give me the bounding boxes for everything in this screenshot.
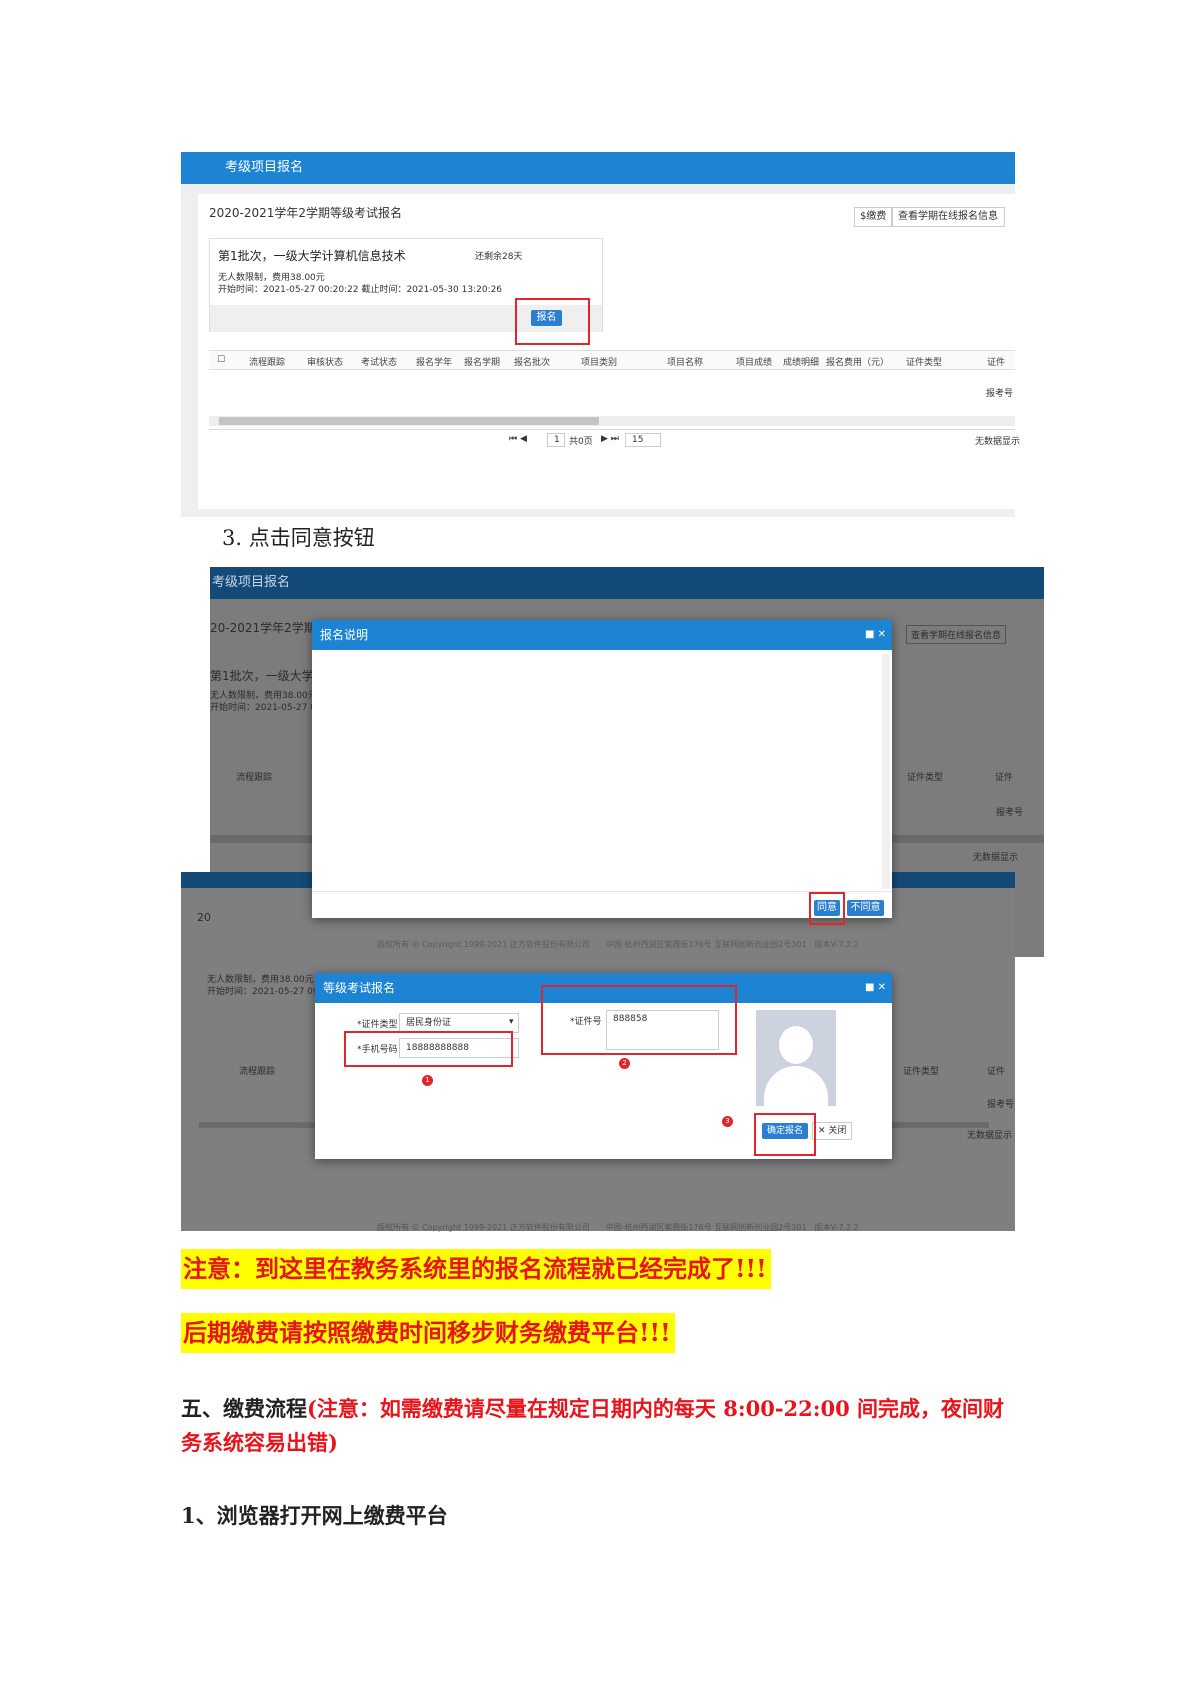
highlight-box [541,985,737,1055]
dimmed-time: 开始时间：2021-05-27 09 [210,703,322,713]
dimmed-info-button: 查看学期在线报名信息 [906,625,1007,644]
col-header: 报名学期 [464,358,501,368]
col-header: 报名批次 [514,358,551,368]
panel-title: 2020-2021学年2学期等级考试报名 [209,206,403,220]
section-title: 五、缴费流程 [181,1396,307,1421]
signup-panel: 2020-2021学年2学期等级考试报名 $缴费 查看学期在线报名信息 第1批次… [198,194,1020,509]
row-tail-label: 报考号 [986,389,1014,399]
next-page-icon[interactable]: ▶ ⏭ [601,434,619,444]
dimmed-footer: 版权所有 © Copyright 1999-2021 正方软件股份有限公司 中国… [377,1223,859,1232]
page-total: 共0页 [569,437,593,447]
highlight-box [809,892,845,925]
col-header: 报名费用（元） [826,358,890,368]
dimmed-col: 证件类型 [907,773,944,783]
disagree-button[interactable]: 不同意 [847,900,884,916]
cert-type-label: *证件类型 [357,1020,398,1030]
empty-message: 无数据显示 [975,437,1021,447]
close-button[interactable]: ✕ 关闭 [812,1122,853,1140]
col-header: 流程跟踪 [249,358,286,368]
page-header: 考级项目报名 [181,152,1015,184]
dialog-controls-icon[interactable]: ■ ✕ [865,973,886,1003]
section-heading: 五、缴费流程(注意：如需缴费请尽量在规定日期内的每天 8:00-22:00 间完… [181,1392,1021,1460]
notice-payment: 后期缴费请按照缴费时间移步财务缴费平台!!! [181,1313,675,1353]
dimmed-time-b: 开始时间：2021-05-27 09 [207,987,319,997]
avatar-body [764,1066,828,1106]
dimmed-row-tail-b: 报考号 [987,1100,1015,1110]
grid-header: ☐ 流程跟踪 审核状态 考试状态 报名学年 报名学期 报名批次 项目类别 项目名… [209,350,1015,370]
avatar-head [779,1026,813,1064]
dialog-controls-icon[interactable]: ■ ✕ [865,620,886,650]
highlight-box [754,1113,816,1156]
exam-card-title: 第1批次，一级大学计算机信息技术 [218,249,406,263]
col-header: 报名学年 [416,358,453,368]
dimmed-year: 20 [197,911,211,924]
agree-screenshot: 考级项目报名 20-2021学年2学期等 第1批次，一级大学计 无人数限制，费用… [181,567,1044,1232]
col-header: 考试状态 [361,358,398,368]
close-icon: ✕ [818,1126,826,1136]
remaining-days: 还剩余28天 [475,252,523,262]
exam-time: 开始时间：2021-05-27 00:20:22 截止时间：2021-05-30… [218,285,503,295]
horizontal-scrollbar[interactable] [209,416,1015,426]
select-all-checkbox[interactable]: ☐ [217,355,225,365]
dimmed-col: 证件 [995,773,1014,783]
col-header: 证件类型 [906,358,943,368]
cert-type-select[interactable]: 居民身份证 [399,1013,519,1033]
signup-screenshot: 考级项目报名 2020-2021学年2学期等级考试报名 $缴费 查看学期在线报名… [181,152,1020,517]
dimmed-empty: 无数据显示 [973,853,1019,863]
col-header: 证件 [987,358,1006,368]
chevron-down-icon[interactable]: ▾ [509,1017,514,1027]
dimmed-empty-b: 无数据显示 [967,1131,1013,1141]
col-header: 审核状态 [307,358,344,368]
view-signup-info-button[interactable]: 查看学期在线报名信息 [892,207,1005,227]
dimmed-col: 流程跟踪 [236,773,273,783]
dimmed-col-b: 流程跟踪 [239,1067,276,1077]
col-header: 成绩明细 [783,358,820,368]
page-input[interactable]: 1 [547,433,565,447]
page-size-select[interactable]: 15 [625,433,661,447]
highlight-box [344,1031,513,1067]
scroll-thumb[interactable] [219,417,599,425]
dimmed-footer-top: 版权所有 © Copyright 1999-2021 正方软件股份有限公司 中国… [377,940,859,949]
first-page-icon[interactable]: ⏮ ◀ [509,434,527,444]
dimmed-panel-title: 20-2021学年2学期等 [210,621,328,635]
signup-notice-dialog: 报名说明 ■ ✕ 同意 不同意 [312,620,892,925]
avatar-placeholder-icon [756,1010,836,1106]
dimmed-card-title: 第1批次，一级大学计 [210,669,326,683]
notice-done: 注意：到这里在教务系统里的报名流程就已经完成了!!! [181,1249,771,1289]
dimmed-col-b: 证件类型 [903,1067,940,1077]
col-header: 项目类别 [581,358,618,368]
dialog-divider [312,891,892,892]
step-caption: 3. 点击同意按钮 [222,526,375,550]
col-header: 项目名称 [667,358,704,368]
col-header: 项目成绩 [736,358,773,368]
dimmed-row-tail: 报考号 [996,808,1024,818]
dialog-title: 报名说明 [312,620,892,650]
step-marker: 3 [722,1116,733,1127]
close-label: 关闭 [828,1126,847,1136]
step-marker: 2 [619,1058,630,1069]
step-marker: 1 [422,1075,433,1086]
pay-button[interactable]: $缴费 [854,207,893,227]
dialog-scrollbar[interactable] [882,654,890,889]
exam-signup-dialog: 等级考试报名 ■ ✕ *证件类型 居民身份证 ▾ *手机号码 188888888… [315,973,892,1159]
highlight-box [515,298,590,345]
pager: ⏮ ◀ 1 共0页 ▶ ⏭ 15 无数据显示 [209,429,1020,449]
dimmed-header: 考级项目报名 [210,567,1044,599]
step-heading: 1、浏览器打开网上缴费平台 [181,1503,448,1528]
dimmed-col-b: 证件 [987,1067,1006,1077]
